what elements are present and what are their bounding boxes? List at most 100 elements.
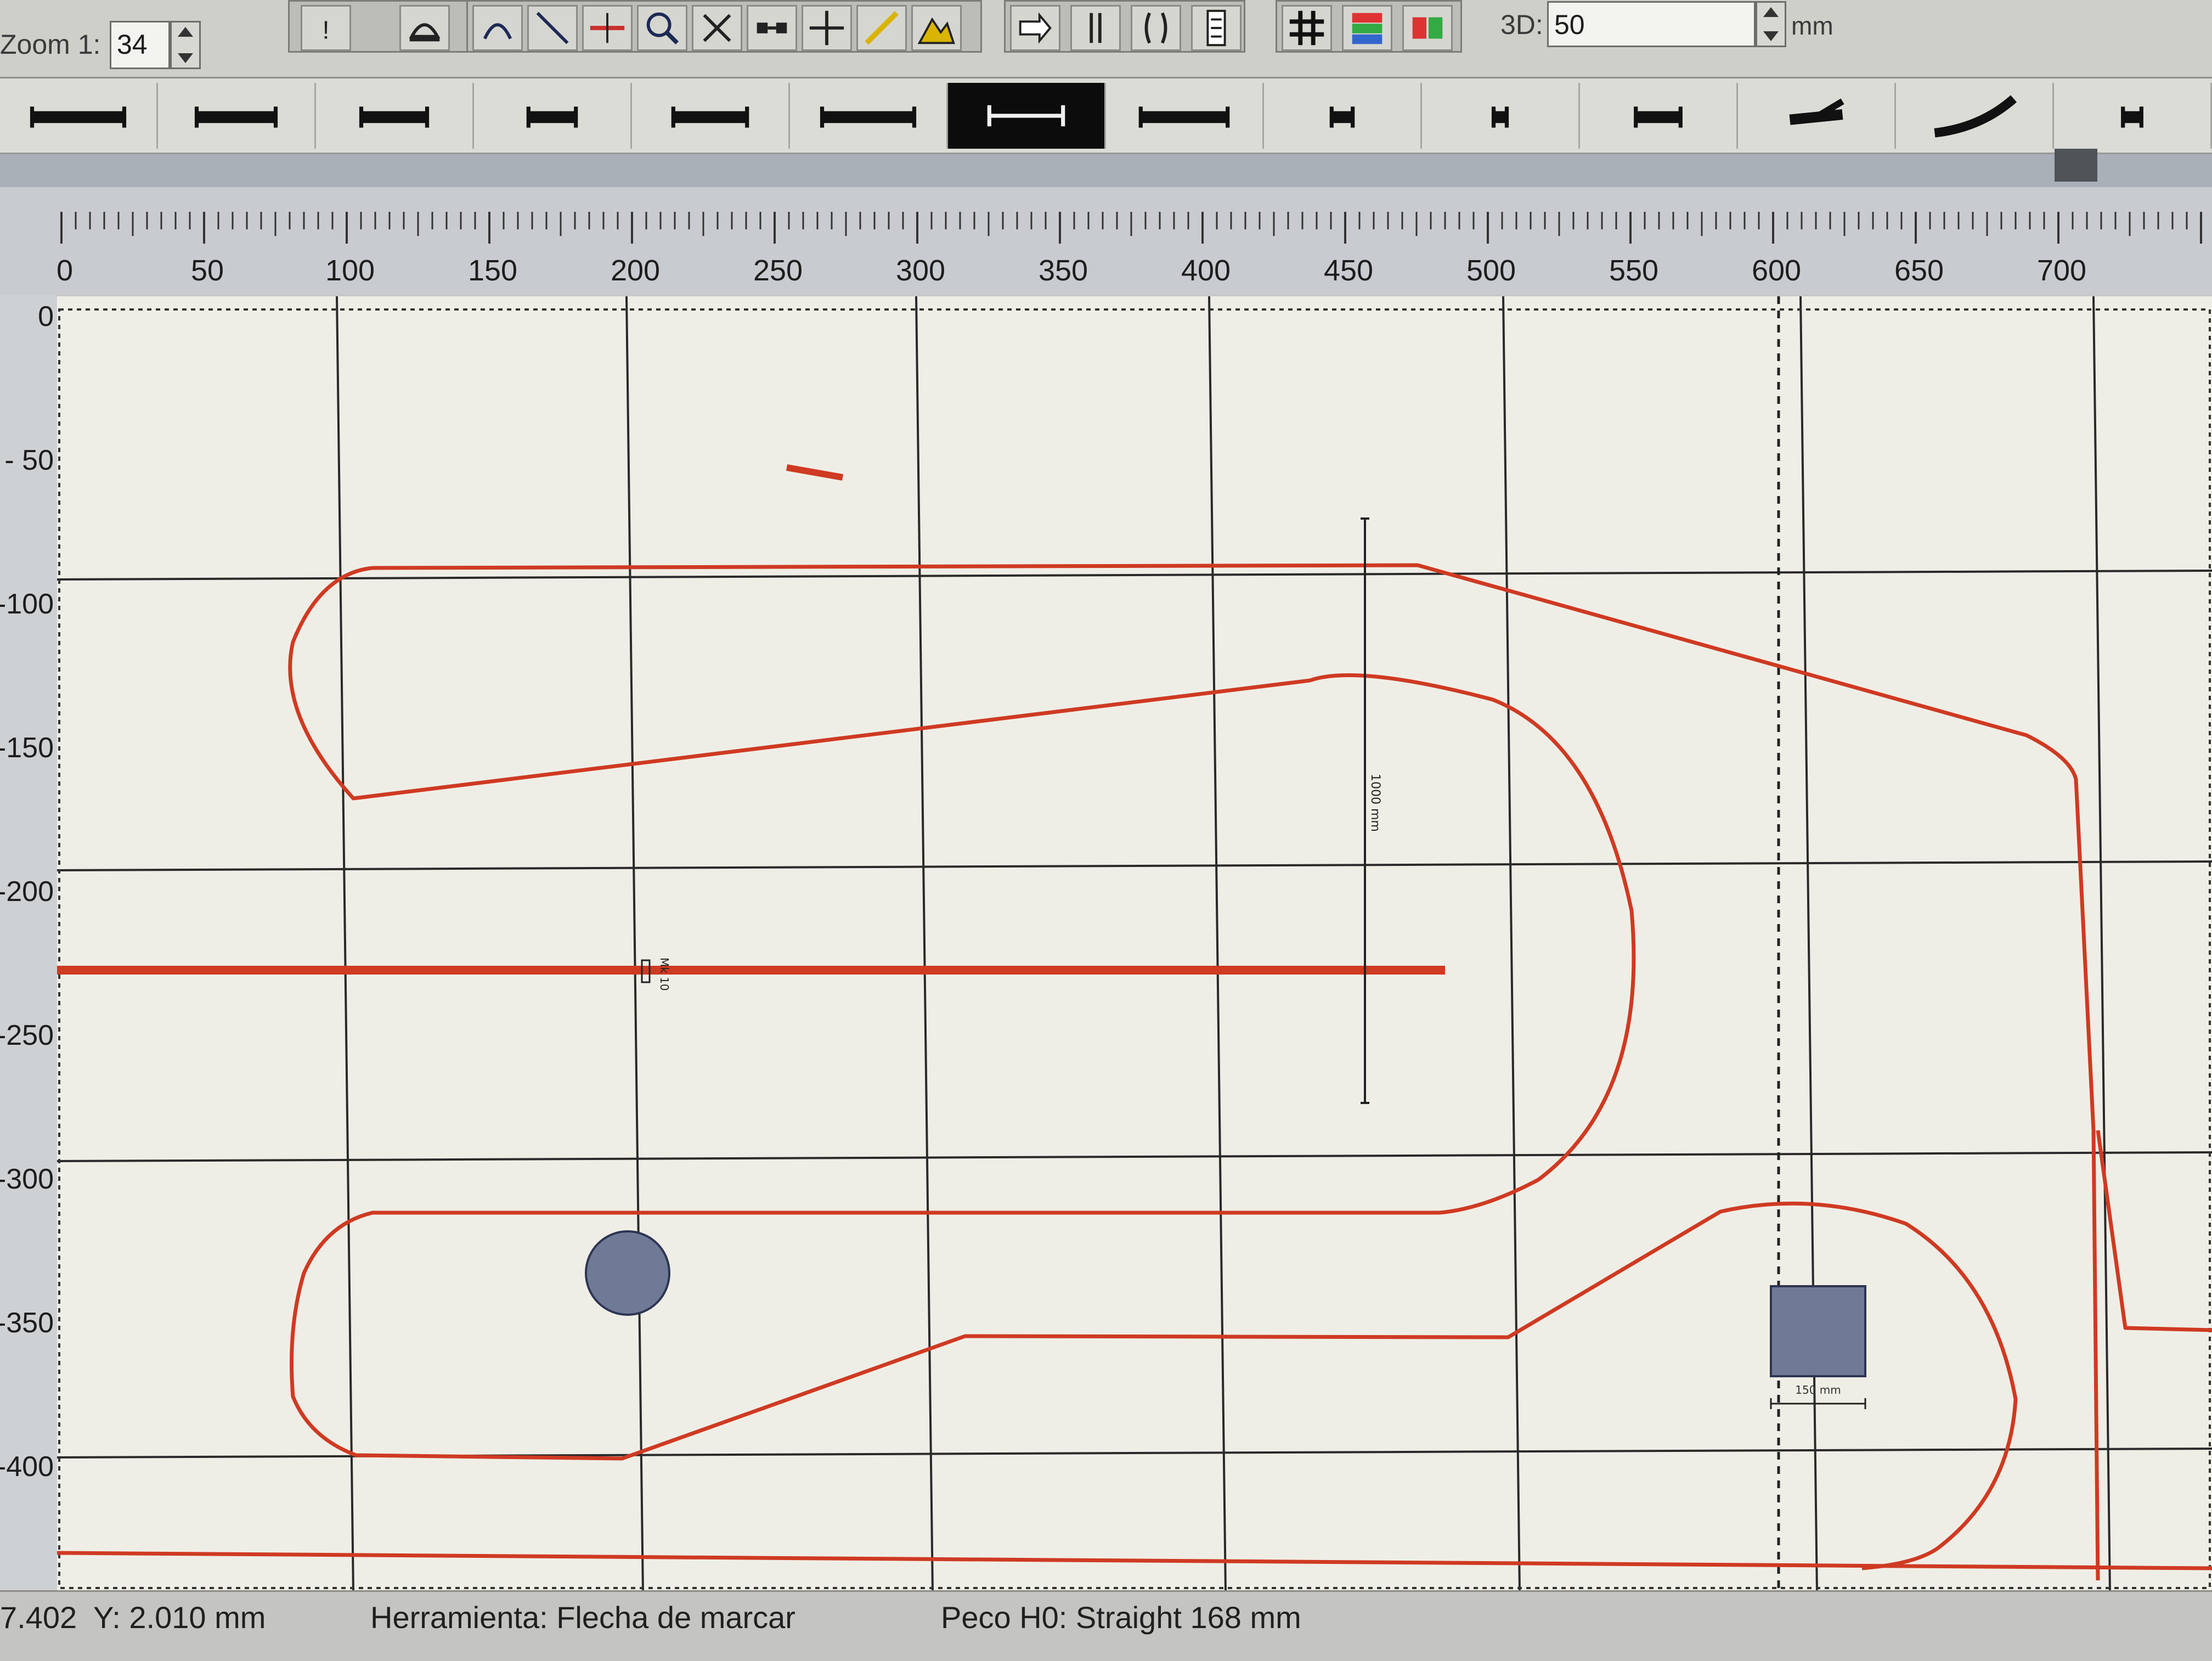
palette-item-8[interactable] (1106, 83, 1264, 149)
palette-item-12[interactable] (1738, 83, 1896, 149)
track-end-icon (2121, 106, 2143, 128)
connect-tool-button[interactable] (747, 5, 797, 51)
ruler-top-label: 300 (896, 254, 945, 287)
connect-icon (757, 22, 787, 33)
ruler-left-label: -300 (0, 1163, 54, 1195)
palette-item-1[interactable] (0, 83, 158, 149)
palette-item-2[interactable] (158, 83, 316, 149)
ruler-left-label: - 50 (4, 444, 54, 476)
grid-icon (1289, 10, 1324, 46)
track-straight-heavy-icon (671, 106, 749, 128)
color-toggle-icon (1412, 17, 1443, 39)
canvas-border (58, 308, 2211, 1589)
dome-button[interactable] (399, 5, 450, 51)
track-bottom-main[interactable] (57, 1551, 2212, 1570)
palette-scrollbar-thumb[interactable] (2055, 149, 2097, 182)
arc-tool-button[interactable] (472, 5, 523, 51)
draw-tool-group (466, 0, 982, 53)
layers-3d-button[interactable] (1342, 5, 1392, 51)
info-icon: ! (322, 16, 329, 44)
ruler-top-label: 350 (1039, 254, 1088, 287)
track-right-spur[interactable] (2096, 1130, 2212, 1332)
info-button[interactable]: ! (301, 5, 351, 51)
palette-item-7[interactable] (948, 83, 1106, 149)
magnifier-icon (646, 12, 679, 45)
zoom-label: Zoom 1: (0, 29, 101, 60)
track-straight-long-icon (30, 106, 127, 128)
palette-item-10[interactable] (1422, 83, 1580, 149)
track-siding-straight[interactable] (57, 966, 1445, 975)
ruler-top-label: 500 (1466, 254, 1516, 287)
layout-drawing[interactable]: 1000 mm Mk 10 150 mm (57, 296, 2212, 1592)
list-button[interactable] (1191, 5, 1242, 51)
palette-item-5[interactable] (632, 83, 790, 149)
arc-tool-icon (483, 23, 512, 40)
ruler-top-label: 150 (468, 254, 517, 287)
palette-item-6[interactable] (790, 83, 948, 149)
measure-tool-button[interactable] (856, 5, 907, 51)
palette-scrollbar[interactable] (0, 154, 2212, 187)
ruler-top-label: 450 (1324, 254, 1373, 287)
scissors-icon (703, 14, 731, 42)
status-active-tool: Herramienta: Flecha de marcar (370, 1600, 795, 1635)
track-upper-loop-return[interactable] (288, 566, 1636, 1215)
ruler-left-label: -200 (0, 876, 54, 908)
track-buffer-icon (526, 106, 578, 128)
ruler-top: 0 50 100 150 200 250 300 350 400 450 500 550 600 650 7… (0, 187, 2212, 295)
status-x-coordinate: 7.402 (0, 1600, 77, 1635)
dome-icon (409, 23, 441, 42)
color-toggle-button[interactable] (1402, 5, 1453, 51)
ruler-top-label: 400 (1181, 254, 1231, 287)
track-short-icon (1329, 106, 1355, 128)
grid-line-vertical (915, 296, 934, 1592)
ruler-top-label: 50 (191, 254, 224, 287)
track-turnout-icon (1789, 98, 1844, 125)
track-marker-label: Mk 10 (658, 958, 671, 991)
view-3d-stepper[interactable] (1756, 1, 1786, 47)
palette-item-4[interactable] (474, 83, 632, 149)
zoom-input[interactable]: 34 (110, 21, 170, 69)
mode-button-group: ! (288, 0, 469, 53)
palette-item-14[interactable] (2054, 83, 2212, 149)
grid-line-vertical (1208, 296, 1227, 1592)
flip-vertical-icon (1090, 13, 1102, 43)
flip-curve-button[interactable] (1131, 5, 1181, 51)
grid-line-horizontal (57, 570, 2212, 581)
palette-item-9[interactable] (1264, 83, 1422, 149)
ruler-top-label: 550 (1609, 254, 1658, 287)
status-selected-piece: Peco H0: Straight 168 mm (941, 1600, 1301, 1635)
ruler-top-label: 650 (1894, 254, 1944, 287)
layers-3d-icon (1352, 13, 1383, 44)
arrow-right-button[interactable] (1010, 5, 1060, 51)
ruler-left-label: -150 (0, 732, 54, 764)
track-piece-loose[interactable] (786, 464, 844, 481)
palette-item-3[interactable] (316, 83, 474, 149)
palette-item-11[interactable] (1580, 83, 1738, 149)
view-3d-input[interactable]: 50 (1547, 1, 1756, 47)
line-tool-button[interactable] (527, 5, 578, 51)
zoom-stepper[interactable] (170, 21, 201, 69)
measure-icon (865, 11, 899, 45)
unit-label: mm (1791, 12, 1833, 40)
layout-canvas[interactable]: 1000 mm Mk 10 150 mm (57, 296, 2212, 1592)
ruler-left: 0 - 50 -100 -150 -200 -250 -300 -350 -400 (0, 295, 57, 1590)
dimension-square[interactable]: 150 mm (1770, 1383, 1866, 1409)
terrain-tool-button[interactable] (911, 5, 962, 51)
main-toolbar: Zoom 1: 34 ! 3D: 50 mm (0, 0, 2212, 78)
terrain-icon (917, 17, 955, 44)
move-tool-button[interactable] (802, 5, 852, 51)
cut-rail-button[interactable] (582, 5, 633, 51)
palette-item-13[interactable] (1896, 83, 2054, 149)
list-icon (1206, 9, 1226, 47)
grid-line-vertical (336, 296, 354, 1592)
zoom-tool-button[interactable] (637, 5, 687, 51)
track-middle-return[interactable] (290, 1201, 2018, 1570)
square-object[interactable] (1770, 1285, 1866, 1377)
circle-object[interactable] (585, 1230, 670, 1316)
split-tool-button[interactable] (692, 5, 742, 51)
track-medium-short-icon (1634, 106, 1683, 128)
ruler-top-label: 200 (611, 254, 660, 287)
dimension-vertical[interactable]: 1000 mm (1361, 517, 1382, 1104)
flip-vertical-button[interactable] (1070, 5, 1121, 51)
grid-toggle-button[interactable] (1282, 5, 1332, 51)
